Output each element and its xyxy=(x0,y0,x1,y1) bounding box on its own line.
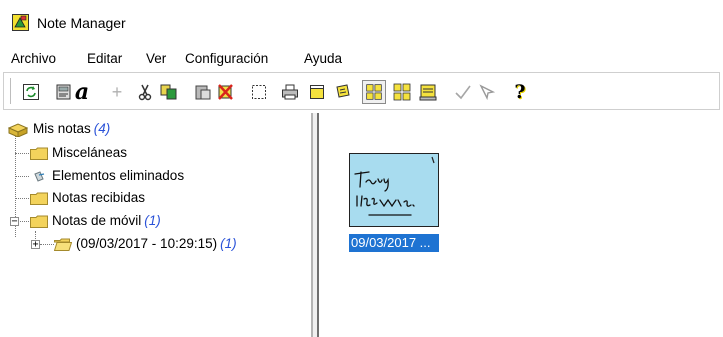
delete-icon[interactable] xyxy=(215,82,235,102)
check-icon[interactable] xyxy=(453,82,473,102)
note-thumbnail[interactable] xyxy=(349,153,439,227)
details-view-icon[interactable] xyxy=(418,82,438,102)
tree-count: (1) xyxy=(144,213,161,228)
tree-line-3 xyxy=(15,198,29,199)
tree-line-5 xyxy=(40,244,54,245)
tree-count: (4) xyxy=(93,121,111,136)
open-folder-icon xyxy=(54,238,72,251)
toolbar-grip[interactable] xyxy=(10,78,15,104)
menu-archivo[interactable]: Archivo xyxy=(11,51,56,66)
tree-node-miscelaneas[interactable]: Misceláneas xyxy=(30,143,230,163)
menu-bar: Archivo Editar Ver Configuración Ayuda xyxy=(0,48,723,70)
tree-label: (09/03/2017 - 10:29:15) xyxy=(76,236,218,251)
tree-node-session[interactable]: (09/03/2017 - 10:29:15) (1) xyxy=(54,234,304,254)
tree-label: Mis notas xyxy=(33,121,91,136)
tree-node-elementos-eliminados[interactable]: Elementos eliminados xyxy=(30,166,250,186)
tree-count: (1) xyxy=(220,236,237,251)
recycle-bin-icon xyxy=(34,171,45,182)
print-icon[interactable] xyxy=(280,82,300,102)
tree-line-2 xyxy=(15,176,29,177)
note-caption[interactable]: 09/03/2017 ... xyxy=(349,234,439,252)
book-icon[interactable] xyxy=(54,82,74,102)
tree-label: Elementos eliminados xyxy=(52,168,185,183)
note-manager-app-icon xyxy=(12,14,29,31)
tree-label: Misceláneas xyxy=(52,145,128,160)
menu-editar[interactable]: Editar xyxy=(87,51,122,66)
tree-line-4 xyxy=(20,221,29,222)
collapse-toggle[interactable]: − xyxy=(10,217,19,227)
window-title: Note Manager xyxy=(37,15,126,31)
help-icon[interactable]: ? xyxy=(510,82,530,102)
refresh-icon[interactable] xyxy=(21,82,41,102)
edit-note-icon[interactable] xyxy=(333,82,353,102)
tree-label: Notas de móvil xyxy=(52,213,142,228)
new-note-icon[interactable] xyxy=(307,82,327,102)
tree-node-notas-de-movil[interactable]: Notas de móvil (1) xyxy=(30,211,250,231)
cut-icon[interactable] xyxy=(135,82,155,102)
menu-ayuda[interactable]: Ayuda xyxy=(304,51,342,66)
select-icon[interactable] xyxy=(249,82,269,102)
expand-toggle[interactable]: + xyxy=(31,240,40,250)
add-icon[interactable]: + xyxy=(107,82,127,102)
copy-icon[interactable] xyxy=(159,82,179,102)
tree-node-notas-recibidas[interactable]: Notas recibidas xyxy=(30,188,230,208)
font-icon[interactable]: a xyxy=(72,81,92,103)
folder-icon xyxy=(30,215,48,228)
large-icons-view-icon[interactable] xyxy=(362,80,386,104)
paste-icon[interactable] xyxy=(193,82,213,102)
tree-label: Notas recibidas xyxy=(52,190,146,205)
tree-node-mis-notas[interactable]: Mis notas (4) xyxy=(8,119,208,139)
menu-configuracion[interactable]: Configuración xyxy=(185,51,268,66)
folder-icon xyxy=(30,192,48,205)
root-folder-icon xyxy=(8,123,28,137)
small-icons-view-icon[interactable] xyxy=(392,82,412,102)
toolbar: a + ? xyxy=(3,72,720,110)
pointer-icon[interactable] xyxy=(477,82,497,102)
folder-tree: Mis notas (4) Misceláneas Elementos elimi… xyxy=(0,113,313,337)
folder-icon xyxy=(30,147,48,160)
menu-ver[interactable]: Ver xyxy=(146,51,166,66)
title-bar: Note Manager xyxy=(0,0,723,44)
tree-line-1 xyxy=(15,153,29,154)
